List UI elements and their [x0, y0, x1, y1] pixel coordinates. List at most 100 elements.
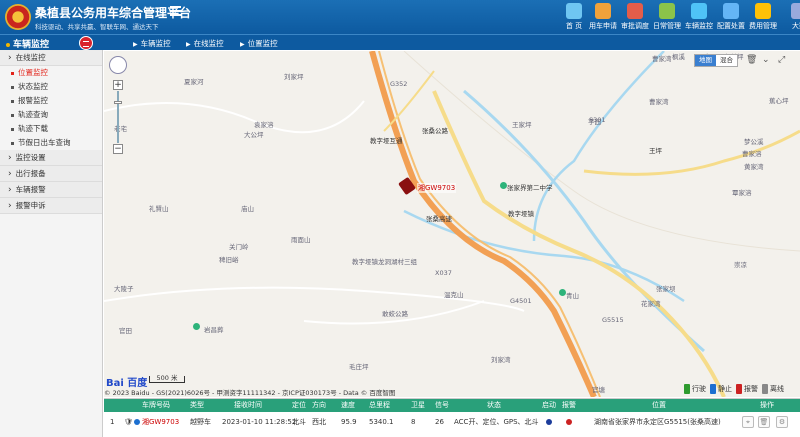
nav-label: 大数: [792, 22, 800, 30]
map-label: 刘家坪: [284, 73, 304, 81]
nav-bigdata[interactable]: 大数: [782, 2, 800, 34]
menu-toggle-icon[interactable]: [170, 6, 181, 16]
sidebar: 在线监控位置监控状态监控报警监控轨迹查询轨迹下载节假日出车查询监控设置出行报备车…: [0, 50, 103, 437]
zoom-slider[interactable]: [114, 91, 122, 143]
zoom-in-button[interactable]: +: [113, 80, 123, 90]
column-header: 信号: [435, 401, 449, 409]
map-label: 袁家溶: [254, 121, 274, 129]
sidebar-group-0[interactable]: 在线监控: [0, 50, 102, 66]
cost-icon: [755, 3, 771, 19]
legend-car-icon: [736, 384, 742, 394]
row-speed: 95.9: [341, 418, 357, 426]
sidebar-toggle-button[interactable]: [79, 36, 93, 50]
daily-manage-icon: [659, 3, 675, 19]
breadcrumb-position-monitor: 位置监控: [240, 38, 278, 49]
row-direction: 西北: [312, 418, 326, 426]
column-header: 车牌号码: [142, 401, 170, 409]
legend-label: 行驶: [692, 385, 706, 393]
map-label: G352: [390, 80, 408, 88]
map-label: 张桑公路: [422, 127, 448, 135]
row-location: 湖南省张家界市永定区G5515(张桑高速): [594, 418, 721, 426]
table-header: 车牌号码 类型 接收时间 定位 方向 速度 总里程 卫星 信号 状态 启动 报警 位置 操作: [104, 399, 800, 412]
sidebar-item-0-2[interactable]: 报警监控: [0, 94, 102, 108]
sidebar-item-0-4[interactable]: 轨迹下载: [0, 122, 102, 136]
row-time: 2023-01-10 11:28:52: [222, 418, 297, 426]
map-type-map[interactable]: 地图: [695, 55, 716, 66]
vehicle-monitor-icon: [691, 3, 707, 19]
sidebar-group-1[interactable]: 监控设置: [0, 150, 102, 166]
map-label: 岩昌葬: [204, 326, 224, 334]
trash-icon[interactable]: 🗑: [746, 55, 757, 65]
sidebar-group-3[interactable]: 车辆报警: [0, 182, 102, 198]
map-label: 崇凉: [734, 261, 747, 269]
sidebar-group-2[interactable]: 出行报备: [0, 166, 102, 182]
school-poi-icon: [500, 182, 507, 189]
map-label: 稗旧峪: [219, 256, 239, 264]
column-header: 操作: [760, 401, 774, 409]
map-label: 曹家溶: [742, 150, 762, 158]
row-index: 1: [110, 418, 115, 426]
column-header: 卫星: [411, 401, 425, 409]
sidebar-item-0-3[interactable]: 轨迹查询: [0, 108, 102, 122]
column-header: 接收时间: [234, 401, 262, 409]
map-label: 张桑高速: [426, 215, 452, 223]
column-header: 类型: [190, 401, 204, 409]
legend-item: 静止: [710, 384, 732, 394]
breadcrumb-online-monitor[interactable]: 在线监控: [186, 38, 224, 49]
map-label: 礼賢山: [149, 205, 169, 213]
row-plate[interactable]: 湘GW9703: [142, 412, 179, 432]
row-type: 越野车: [190, 418, 211, 426]
legend-label: 静止: [718, 385, 732, 393]
row-start-indicator: [546, 412, 552, 432]
approval-icon: [627, 3, 643, 19]
map-label: 张家界第二中学: [507, 184, 553, 192]
column-header: 方向: [312, 401, 326, 409]
legend-label: 报警: [744, 385, 758, 393]
legend-car-icon: [762, 384, 768, 394]
map-label: 庙山: [241, 205, 254, 213]
sub-header: 车辆监控 车辆监控 在线监控 位置监控: [0, 34, 800, 50]
map-label: 刘家湾: [491, 356, 511, 364]
fullscreen-icon[interactable]: ⤢: [778, 55, 785, 65]
map-label: 大陵子: [114, 285, 134, 293]
map-view[interactable]: 刘家坪夏家河曹家湾袁家溶芋园老宅大公坪王家坪梦公溪枫溪九丝坪曹家湾曹家溶黄家湾王…: [104, 51, 800, 397]
map-label: 温克山: [444, 291, 464, 299]
settings-gear-icon[interactable]: ⚙: [776, 416, 788, 428]
map-label: 官塘: [592, 386, 605, 394]
sidebar-item-0-1[interactable]: 状态监控: [0, 80, 102, 94]
legend-item: 行驶: [684, 384, 706, 394]
nav-cost[interactable]: 费用管理: [746, 2, 780, 34]
zoom-out-button[interactable]: −: [113, 144, 123, 154]
map-type-hybrid[interactable]: 混合: [716, 55, 737, 66]
zoom-slider-handle[interactable]: [114, 101, 122, 104]
map-label: 张家坝: [656, 285, 676, 293]
column-header: 速度: [341, 401, 355, 409]
legend-item: 报警: [736, 384, 758, 394]
map-label: 花家湾: [641, 300, 661, 308]
breadcrumb-vehicle-monitor[interactable]: 车辆监控: [133, 38, 171, 49]
sidebar-item-0-0[interactable]: 位置监控: [0, 66, 102, 80]
trash-row-icon[interactable]: 🗑: [758, 416, 770, 428]
legend-car-icon: [710, 384, 716, 394]
scenic-poi-icon: [193, 323, 200, 330]
map-label: 青山: [566, 292, 579, 300]
map-label: 教字垭镇: [508, 210, 534, 218]
vehicle-table: 车牌号码 类型 接收时间 定位 方向 速度 总里程 卫星 信号 状态 启动 报警 位置 操作 1 🛡 湘G…: [104, 398, 800, 437]
status-legend: 行驶 静止 报警 离线: [684, 383, 784, 395]
table-row[interactable]: 1 🛡 湘GW9703 越野车 2023-01-10 11:28:52 北斗 西…: [104, 412, 800, 432]
map-label: 蕉心坪: [769, 97, 789, 105]
sidebar-item-0-5[interactable]: 节假日出车查询: [0, 136, 102, 150]
sidebar-group-4[interactable]: 报警申诉: [0, 198, 102, 214]
map-label: 敢蛟公路: [382, 310, 408, 318]
map-label: 曹家湾: [652, 55, 672, 63]
locate-pin-icon[interactable]: ⌖: [742, 416, 754, 428]
pan-control-icon[interactable]: [109, 56, 127, 74]
map-label: 雨面山: [291, 236, 311, 244]
map-label: 王坪: [649, 147, 662, 155]
row-mileage: 5340.1: [369, 418, 394, 426]
row-status-dot: [134, 412, 140, 432]
legend-car-icon: [684, 384, 690, 394]
chevron-down-icon[interactable]: ⌄: [762, 55, 770, 65]
map-label: S301: [589, 116, 606, 124]
vehicle-plate-label[interactable]: 湘GW9703: [417, 183, 457, 193]
